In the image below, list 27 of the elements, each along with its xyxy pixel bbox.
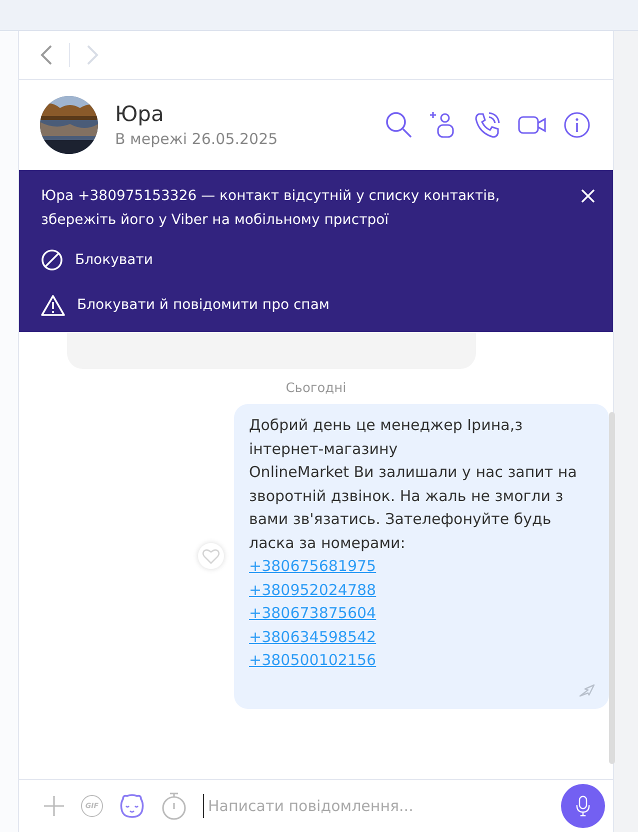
notice-text: Юра +380975153326 — контакт відсутній у списку контактів, збережіть його у Viber на мобільному пристрої [41,187,501,230]
info-icon[interactable] [563,111,591,139]
phone-link[interactable]: +380673875604 [249,604,376,622]
contact-status: В мережі 26.05.2025 [115,130,279,148]
banner-action[interactable]: Блокувати [75,252,153,268]
microphone-icon [576,795,590,817]
close-icon[interactable] [581,189,595,203]
timer-icon[interactable] [161,792,187,820]
phone-link[interactable]: +380500102156 [249,651,376,669]
phone-link[interactable]: +380952024788 [249,580,376,598]
contact-name: Юра [115,102,165,126]
banner-action[interactable]: Блокувати й повідомити про спам [77,297,330,313]
phone-link[interactable]: +380675681975 [249,557,376,575]
warning-icon [41,294,65,316]
date-divider: Сьогодні [286,381,346,396]
voice-message-button[interactable] [561,784,605,828]
plus-icon[interactable] [43,795,65,817]
heart-icon [202,548,220,564]
message-text: Добрий день це менеджер Ірина,з інтернет-магазину OnlineMarket Ви залишали у нас запит на зворотній дзвінок. На жаль не змогли з вами зв'язатись. Зателефонуйте будь ласка за номерами: [249,415,578,554]
block-icon [41,249,63,271]
scrollbar[interactable] [609,412,615,764]
add-contact-icon[interactable] [429,111,457,139]
back-icon[interactable] [39,44,53,66]
phone-link[interactable]: +380634598542 [249,628,376,646]
phone-icon[interactable] [473,111,501,139]
search-icon[interactable] [385,111,413,139]
bear-sticker-icon[interactable] [119,794,145,818]
